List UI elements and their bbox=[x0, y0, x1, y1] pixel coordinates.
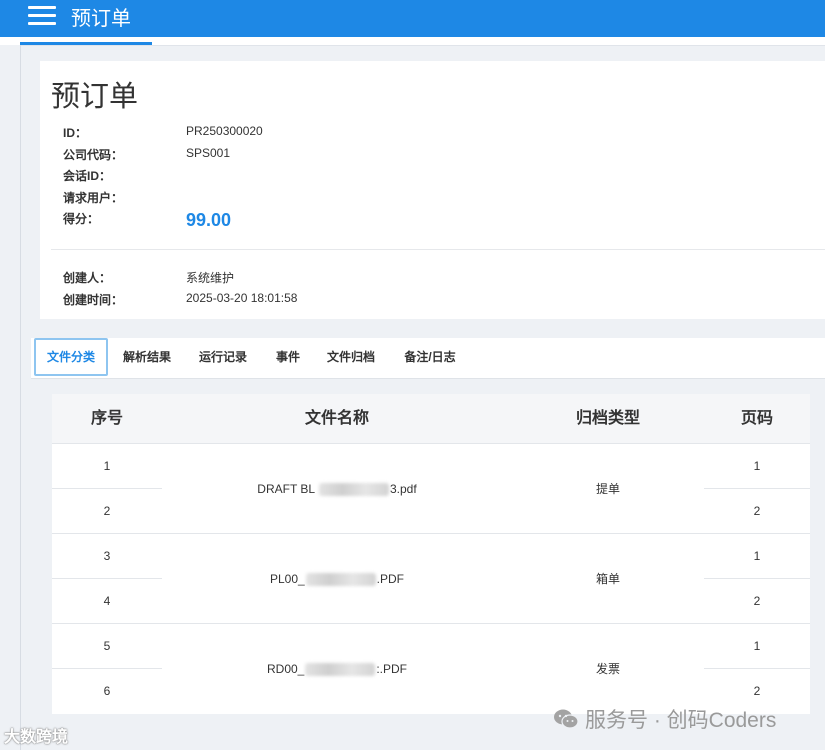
field-label-creator: 创建人： bbox=[63, 271, 112, 285]
table-header: 序号 文件名称 归档类型 页码 bbox=[52, 394, 810, 444]
redacted-text bbox=[305, 663, 376, 677]
filename-suffix: :.PDF bbox=[376, 662, 408, 676]
hamburger-menu-icon[interactable] bbox=[28, 6, 56, 26]
field-value-creator: 系统维护 bbox=[186, 271, 235, 285]
field-value-company-code: SPS001 bbox=[186, 146, 231, 160]
filename-prefix: DRAFT BL bbox=[257, 482, 318, 496]
tab-file-archive[interactable]: 文件归档 bbox=[319, 338, 383, 376]
cell-seq: 3 bbox=[103, 549, 111, 563]
section-divider bbox=[51, 249, 825, 250]
cell-filename[interactable]: PL00_ .PDF bbox=[162, 534, 512, 624]
cell-filename[interactable]: RD00_ :.PDF bbox=[162, 624, 512, 714]
field-value-created-time: 2025-03-20 18:01:58 bbox=[186, 291, 298, 305]
cell-page: 2 bbox=[753, 504, 761, 518]
cell-filename[interactable]: DRAFT BL 3.pdf bbox=[162, 444, 512, 534]
tab-events[interactable]: 事件 bbox=[269, 338, 307, 376]
detail-tabs: 文件分类 解析结果 运行记录 事件 文件归档 备注/日志 bbox=[31, 338, 825, 379]
column-header-archive-type: 归档类型 bbox=[575, 410, 640, 427]
cell-archive-type: 提单 bbox=[595, 482, 620, 496]
cell-page: 1 bbox=[753, 639, 761, 653]
cell-page: 2 bbox=[753, 594, 761, 608]
active-nav-indicator bbox=[20, 42, 152, 45]
watermark-right-text: 服务号 · 创码Coders bbox=[585, 709, 777, 732]
column-header-seq: 序号 bbox=[90, 410, 123, 427]
tab-run-records[interactable]: 运行记录 bbox=[191, 338, 255, 376]
cell-seq: 4 bbox=[103, 594, 111, 608]
field-label-created-time: 创建时间： bbox=[63, 293, 124, 307]
cell-page: 1 bbox=[753, 459, 761, 473]
field-value-id: PR250300020 bbox=[186, 124, 263, 138]
watermark-right: 服务号 · 创码Coders bbox=[553, 704, 776, 734]
app-bar-title: 预订单 bbox=[71, 8, 131, 30]
field-label-request-user: 请求用户： bbox=[63, 191, 124, 205]
filename-prefix: RD00_ bbox=[266, 662, 305, 676]
tab-parse-results[interactable]: 解析结果 bbox=[115, 338, 179, 376]
filename-suffix: .PDF bbox=[376, 572, 405, 586]
column-header-page: 页码 bbox=[740, 410, 773, 427]
redacted-text bbox=[305, 573, 376, 587]
tab-notes-log[interactable]: 备注/日志 bbox=[395, 338, 465, 376]
redacted-text bbox=[318, 483, 389, 497]
top-app-bar: 预订单 bbox=[0, 0, 825, 37]
left-rail bbox=[0, 45, 20, 750]
file-classification-table: 序号 文件名称 归档类型 页码 1 1 2 2 DRAFT BL 3.pdf 提… bbox=[52, 394, 810, 714]
cell-seq: 6 bbox=[103, 684, 111, 698]
tab-file-classification[interactable]: 文件分类 bbox=[34, 338, 108, 376]
column-header-filename: 文件名称 bbox=[304, 410, 369, 427]
record-detail-card: 预订单 ID： PR250300020 公司代码： SPS001 会话ID： 请… bbox=[40, 61, 825, 319]
page-title: 预订单 bbox=[51, 81, 139, 113]
cell-seq: 5 bbox=[103, 639, 111, 653]
wechat-icon bbox=[554, 709, 579, 729]
cell-page: 1 bbox=[753, 549, 761, 563]
cell-seq: 1 bbox=[103, 459, 111, 473]
cell-archive-type: 箱单 bbox=[595, 572, 620, 586]
field-label-score: 得分： bbox=[63, 212, 100, 226]
field-label-id: ID： bbox=[63, 126, 88, 140]
cell-seq: 2 bbox=[103, 504, 111, 518]
filename-suffix: 3.pdf bbox=[389, 482, 417, 496]
cell-archive-type: 发票 bbox=[595, 662, 620, 676]
field-label-session-id: 会话ID： bbox=[63, 169, 112, 183]
watermark-left: 大数跨境 bbox=[4, 729, 69, 746]
left-rail-border bbox=[20, 45, 21, 750]
field-label-company-code: 公司代码： bbox=[63, 148, 124, 162]
filename-prefix: PL00_ bbox=[269, 572, 305, 586]
field-value-score: 99.00 bbox=[186, 210, 232, 230]
